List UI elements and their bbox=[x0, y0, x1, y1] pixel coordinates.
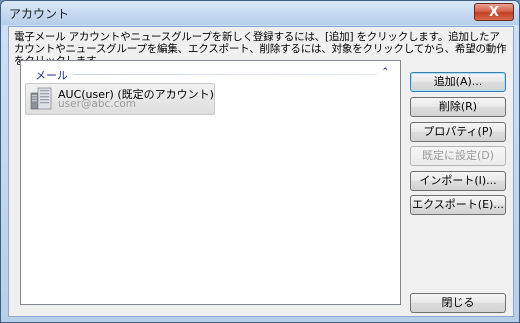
close-icon: X bbox=[488, 5, 500, 20]
properties-button[interactable]: プロパティ(P) bbox=[410, 122, 506, 142]
group-header-mail[interactable]: メール ⌃ bbox=[25, 67, 395, 82]
group-divider bbox=[73, 74, 378, 75]
collapse-chevron-icon[interactable]: ⌃ bbox=[381, 67, 389, 77]
mail-account-icon bbox=[30, 87, 52, 110]
export-button[interactable]: エクスポート(E)... bbox=[410, 195, 506, 215]
remove-button[interactable]: 削除(R) bbox=[410, 97, 506, 117]
import-button[interactable]: インポート(I)... bbox=[410, 171, 506, 191]
account-email: user@abc.com bbox=[58, 98, 137, 110]
window-title: アカウント bbox=[9, 7, 70, 21]
close-button[interactable]: 閉じる bbox=[410, 293, 506, 313]
dialog-client-area: 電子メール アカウントやニュースグループを新しく登録するには、[追加] をクリッ… bbox=[8, 26, 514, 317]
add-button[interactable]: 追加(A)... bbox=[410, 72, 506, 92]
group-label: メール bbox=[35, 69, 68, 82]
accounts-dialog: アカウント X 電子メール アカウントやニュースグループを新しく登録するには、[… bbox=[0, 0, 520, 323]
account-list[interactable]: メール ⌃ AUC(user) (既定のアカウント) user@abc.com bbox=[20, 60, 401, 305]
title-bar[interactable]: アカウント X bbox=[1, 1, 519, 25]
set-default-button[interactable]: 既定に設定(D) bbox=[410, 146, 506, 166]
account-item[interactable]: AUC(user) (既定のアカウント) user@abc.com bbox=[25, 83, 215, 115]
close-window-button[interactable]: X bbox=[474, 3, 514, 21]
